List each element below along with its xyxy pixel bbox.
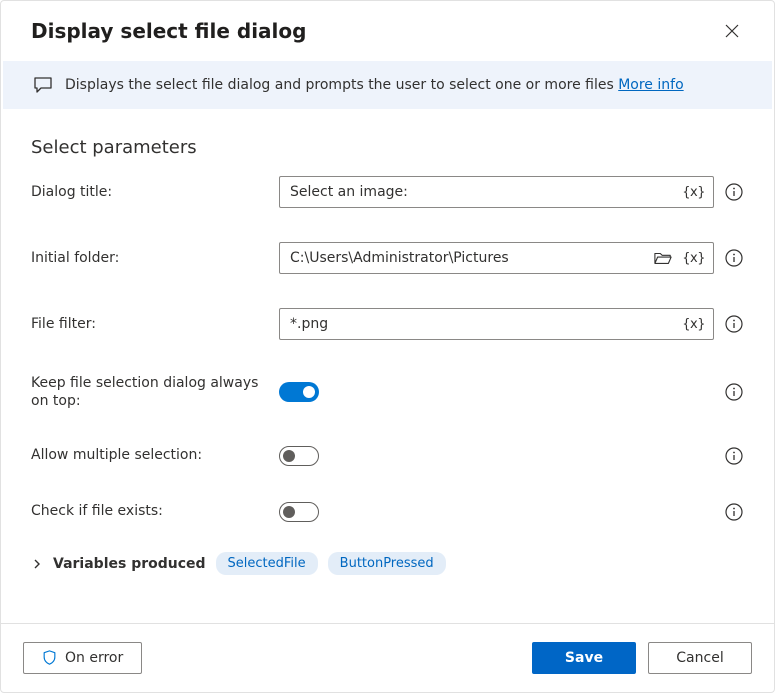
variables-produced-label[interactable]: Variables produced bbox=[53, 556, 206, 572]
input-initial-folder[interactable] bbox=[290, 250, 646, 266]
dialog-header: Display select file dialog bbox=[1, 1, 774, 55]
variable-chip[interactable]: SelectedFile bbox=[216, 552, 318, 575]
label-allow-multiple: Allow multiple selection: bbox=[31, 446, 263, 464]
field-check-exists: Check if file exists: bbox=[31, 502, 744, 522]
info-icon[interactable] bbox=[724, 382, 744, 402]
dialog-title: Display select file dialog bbox=[31, 19, 306, 43]
input-file-filter-wrap[interactable]: {x} bbox=[279, 308, 714, 340]
field-dialog-title: Dialog title: {x} bbox=[31, 176, 744, 208]
toggle-check-exists[interactable] bbox=[279, 502, 319, 522]
banner-description: Displays the select file dialog and prom… bbox=[65, 77, 618, 93]
label-always-on-top: Keep file selection dialog always on top… bbox=[31, 374, 263, 410]
label-check-exists: Check if file exists: bbox=[31, 502, 263, 520]
info-icon[interactable] bbox=[724, 248, 744, 268]
field-always-on-top: Keep file selection dialog always on top… bbox=[31, 374, 744, 410]
input-file-filter[interactable] bbox=[290, 316, 674, 332]
field-allow-multiple: Allow multiple selection: bbox=[31, 446, 744, 466]
chevron-right-icon[interactable] bbox=[31, 558, 43, 570]
variables-produced-row: Variables produced SelectedFile ButtonPr… bbox=[31, 552, 744, 575]
toggle-allow-multiple[interactable] bbox=[279, 446, 319, 466]
save-label: Save bbox=[565, 650, 603, 666]
label-file-filter: File filter: bbox=[31, 315, 263, 333]
close-icon bbox=[724, 23, 740, 39]
section-title: Select parameters bbox=[31, 137, 744, 158]
save-button[interactable]: Save bbox=[532, 642, 636, 674]
field-initial-folder: Initial folder: {x} bbox=[31, 242, 744, 274]
close-button[interactable] bbox=[720, 19, 744, 43]
info-icon[interactable] bbox=[724, 182, 744, 202]
dialog-footer: On error Save Cancel bbox=[1, 623, 774, 692]
cancel-button[interactable]: Cancel bbox=[648, 642, 752, 674]
info-icon[interactable] bbox=[724, 314, 744, 334]
on-error-label: On error bbox=[65, 650, 123, 666]
input-initial-folder-wrap[interactable]: {x} bbox=[279, 242, 714, 274]
input-dialog-title-wrap[interactable]: {x} bbox=[279, 176, 714, 208]
on-error-button[interactable]: On error bbox=[23, 642, 142, 674]
comment-icon bbox=[33, 75, 53, 95]
variable-token-icon[interactable]: {x} bbox=[680, 315, 707, 334]
shield-icon bbox=[42, 650, 57, 666]
info-icon[interactable] bbox=[724, 446, 744, 466]
variable-token-icon[interactable]: {x} bbox=[680, 183, 707, 202]
info-banner: Displays the select file dialog and prom… bbox=[3, 61, 772, 109]
folder-open-icon[interactable] bbox=[652, 248, 674, 268]
variable-token-icon[interactable]: {x} bbox=[680, 249, 707, 268]
input-dialog-title[interactable] bbox=[290, 184, 674, 200]
toggle-always-on-top[interactable] bbox=[279, 382, 319, 402]
cancel-label: Cancel bbox=[676, 650, 723, 666]
more-info-link[interactable]: More info bbox=[618, 77, 683, 93]
info-icon[interactable] bbox=[724, 502, 744, 522]
variable-chip[interactable]: ButtonPressed bbox=[328, 552, 446, 575]
label-initial-folder: Initial folder: bbox=[31, 249, 263, 267]
field-file-filter: File filter: {x} bbox=[31, 308, 744, 340]
banner-text: Displays the select file dialog and prom… bbox=[65, 77, 684, 93]
dialog-content: Select parameters Dialog title: {x} Init… bbox=[1, 109, 774, 623]
label-dialog-title: Dialog title: bbox=[31, 183, 263, 201]
